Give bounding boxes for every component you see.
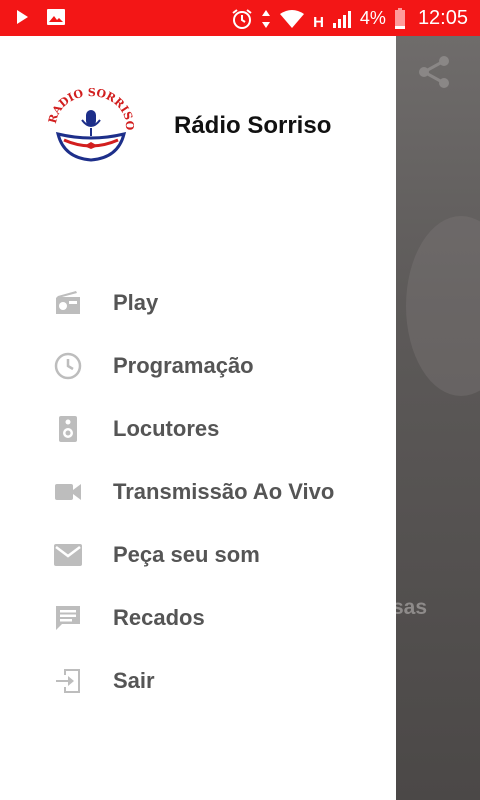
menu-item-label: Sair (113, 667, 155, 693)
background-text: sas (396, 596, 428, 619)
signal-icon (332, 10, 351, 28)
menu-item-label: Peça seu som (113, 541, 260, 567)
share-icon[interactable] (416, 54, 452, 90)
drawer-header: RADIO SORRISO Rádio Sorriso (0, 36, 396, 216)
menu-item-peca-seu-som[interactable]: Peça seu som (0, 523, 396, 586)
radio-icon (52, 287, 84, 319)
menu-item-play[interactable]: Play (0, 271, 396, 334)
clock-icon (52, 350, 84, 382)
menu-item-label: Play (113, 289, 159, 315)
speaker-icon (52, 413, 84, 445)
menu-item-programacao[interactable]: Programação (0, 334, 396, 397)
exit-icon (52, 665, 84, 697)
network-type: H (313, 14, 324, 31)
background-content: sas (396, 36, 480, 800)
background-photo (406, 216, 480, 396)
menu-item-sair[interactable]: Sair (0, 649, 396, 712)
status-bar: H 4% 12:05 (0, 0, 480, 36)
battery-icon (394, 7, 405, 29)
radio-sorriso-logo: RADIO SORRISO (48, 88, 134, 162)
menu-item-label: Recados (113, 604, 205, 630)
message-icon (52, 602, 84, 634)
image-notification-icon (47, 9, 65, 25)
menu-item-label: Locutores (113, 415, 220, 441)
battery-percent: 4% (359, 8, 386, 28)
clock-time: 12:05 (417, 7, 468, 29)
navigation-drawer: RADIO SORRISO Rádio Sorriso Play Program… (0, 36, 396, 800)
menu-item-transmissao[interactable]: Transmissão Ao Vivo (0, 460, 396, 523)
wifi-icon (280, 9, 305, 28)
menu-item-label: Transmissão Ao Vivo (113, 478, 335, 504)
app-title: Rádio Sorriso (174, 112, 332, 139)
menu-item-label: Programação (113, 352, 254, 378)
mail-icon (52, 539, 84, 571)
videocam-icon (52, 476, 84, 508)
data-transfer-icon (262, 9, 271, 28)
alarm-icon (232, 8, 252, 29)
menu-item-recados[interactable]: Recados (0, 586, 396, 649)
menu-item-locutores[interactable]: Locutores (0, 397, 396, 460)
play-notification-icon (17, 10, 28, 24)
drawer-menu: Play Programação Locutores Transmissão A… (0, 271, 396, 712)
